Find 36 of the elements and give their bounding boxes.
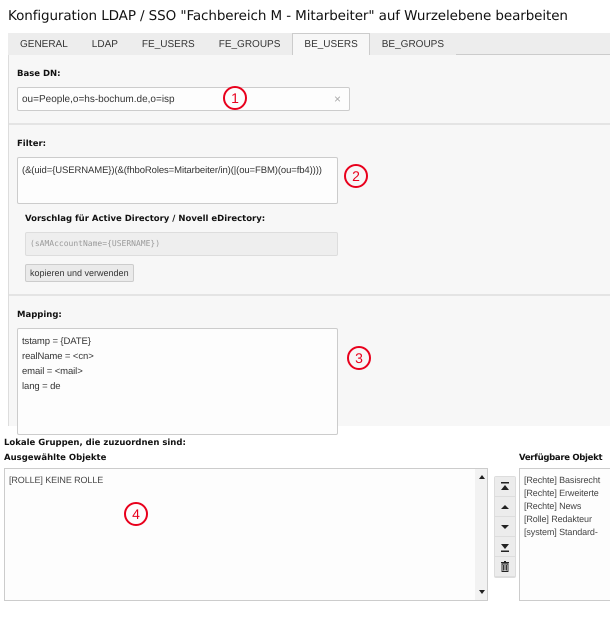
text-area[interactable]: (&(uid={USERNAME})(&(fhboRoles=Mitarbeiter/in)(|(ou=FBM)(ou=fb4)))) <box>17 157 338 204</box>
text-area[interactable]: tstamp = {DATE} realName = <cn> email = <mail> lang = de <box>17 328 338 435</box>
move-top-icon <box>500 482 510 492</box>
list-item[interactable]: [Rechte] News <box>524 500 582 513</box>
tab[interactable]: BE_USERS <box>292 33 370 55</box>
field-label: Vorschlag für Active Directory / Novell eDirectory: <box>25 214 266 224</box>
list-item[interactable]: [Rechte] Erweiterte <box>524 487 599 500</box>
move-bottom-button[interactable] <box>495 537 515 557</box>
list-label: Ausgewählte Objekte <box>4 453 106 463</box>
move-bottom-icon <box>500 542 510 552</box>
move-up-button[interactable] <box>495 497 515 517</box>
scrollbar[interactable] <box>475 469 487 600</box>
available-list[interactable]: [Rechte] Basisrecht [Rechte] Erweiterte [Rechte] News [Rolle] Redakteur [system] Standard- <box>519 468 610 601</box>
scroll-down-icon[interactable] <box>478 588 486 596</box>
tab[interactable]: FE_GROUPS <box>206 33 292 55</box>
annotation-marker: 1 <box>223 86 247 110</box>
annotation-marker: 2 <box>344 164 368 188</box>
copy-button[interactable]: kopieren und verwenden <box>25 264 134 282</box>
list-item[interactable]: [ROLLE] KEINE ROLLE <box>9 474 104 487</box>
move-down-button[interactable] <box>495 517 515 537</box>
annotation-marker: 3 <box>347 346 371 370</box>
page-title: Konfiguration LDAP / SSO "Fachbereich M - Mitarbeiter" auf Wurzelebene bearbeiten <box>7 7 569 26</box>
trash-icon <box>500 561 510 572</box>
move-top-button[interactable] <box>495 477 515 497</box>
section-label: Lokale Gruppen, die zuzuordnen sind: <box>4 438 186 448</box>
list-item[interactable]: [Rechte] Basisrecht <box>524 474 600 487</box>
field-label: Filter: <box>17 139 46 149</box>
input-field: (sAMAccountName={USERNAME}) <box>25 232 338 256</box>
field-label: Base DN: <box>17 69 61 79</box>
delete-button[interactable] <box>495 557 515 577</box>
field-label: Mapping: <box>17 310 62 320</box>
annotation-marker: 4 <box>124 502 148 526</box>
list-label: Verfügbare Objekt <box>519 453 602 463</box>
list-item[interactable]: [system] Standard- <box>524 526 598 539</box>
scroll-up-icon[interactable] <box>478 473 486 481</box>
list-item[interactable]: [Rolle] Redakteur <box>524 513 592 526</box>
